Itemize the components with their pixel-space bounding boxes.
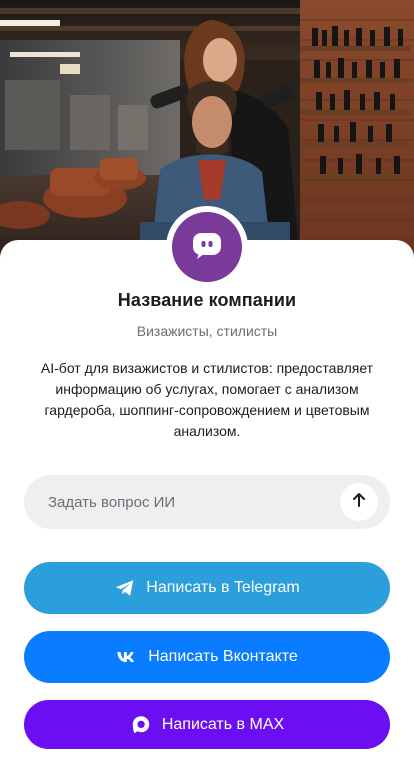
- telegram-button-label: Написать в Telegram: [146, 579, 300, 596]
- vk-icon: [116, 646, 138, 668]
- company-category: Визажисты, стилисты: [136, 323, 278, 339]
- max-icon: [130, 714, 152, 736]
- telegram-icon: [114, 577, 136, 599]
- telegram-button[interactable]: Написать в Telegram: [24, 562, 390, 614]
- vk-button[interactable]: Написать Вконтакте: [24, 631, 390, 683]
- send-button[interactable]: [340, 483, 378, 521]
- avatar: [172, 212, 242, 282]
- max-button-label: Написать в MAX: [161, 715, 285, 733]
- vk-button-label: Написать Вконтакте: [148, 648, 298, 665]
- chat-bot-icon: [190, 228, 224, 267]
- company-description: AI-бот для визажистов и стилистов: предо…: [40, 360, 374, 439]
- ask-ai-box: [24, 475, 390, 529]
- ask-ai-input[interactable]: [48, 475, 348, 529]
- company-name: Название компании: [117, 290, 297, 310]
- max-button[interactable]: Написать в MAX: [24, 700, 390, 749]
- arrow-up-icon: [350, 491, 368, 514]
